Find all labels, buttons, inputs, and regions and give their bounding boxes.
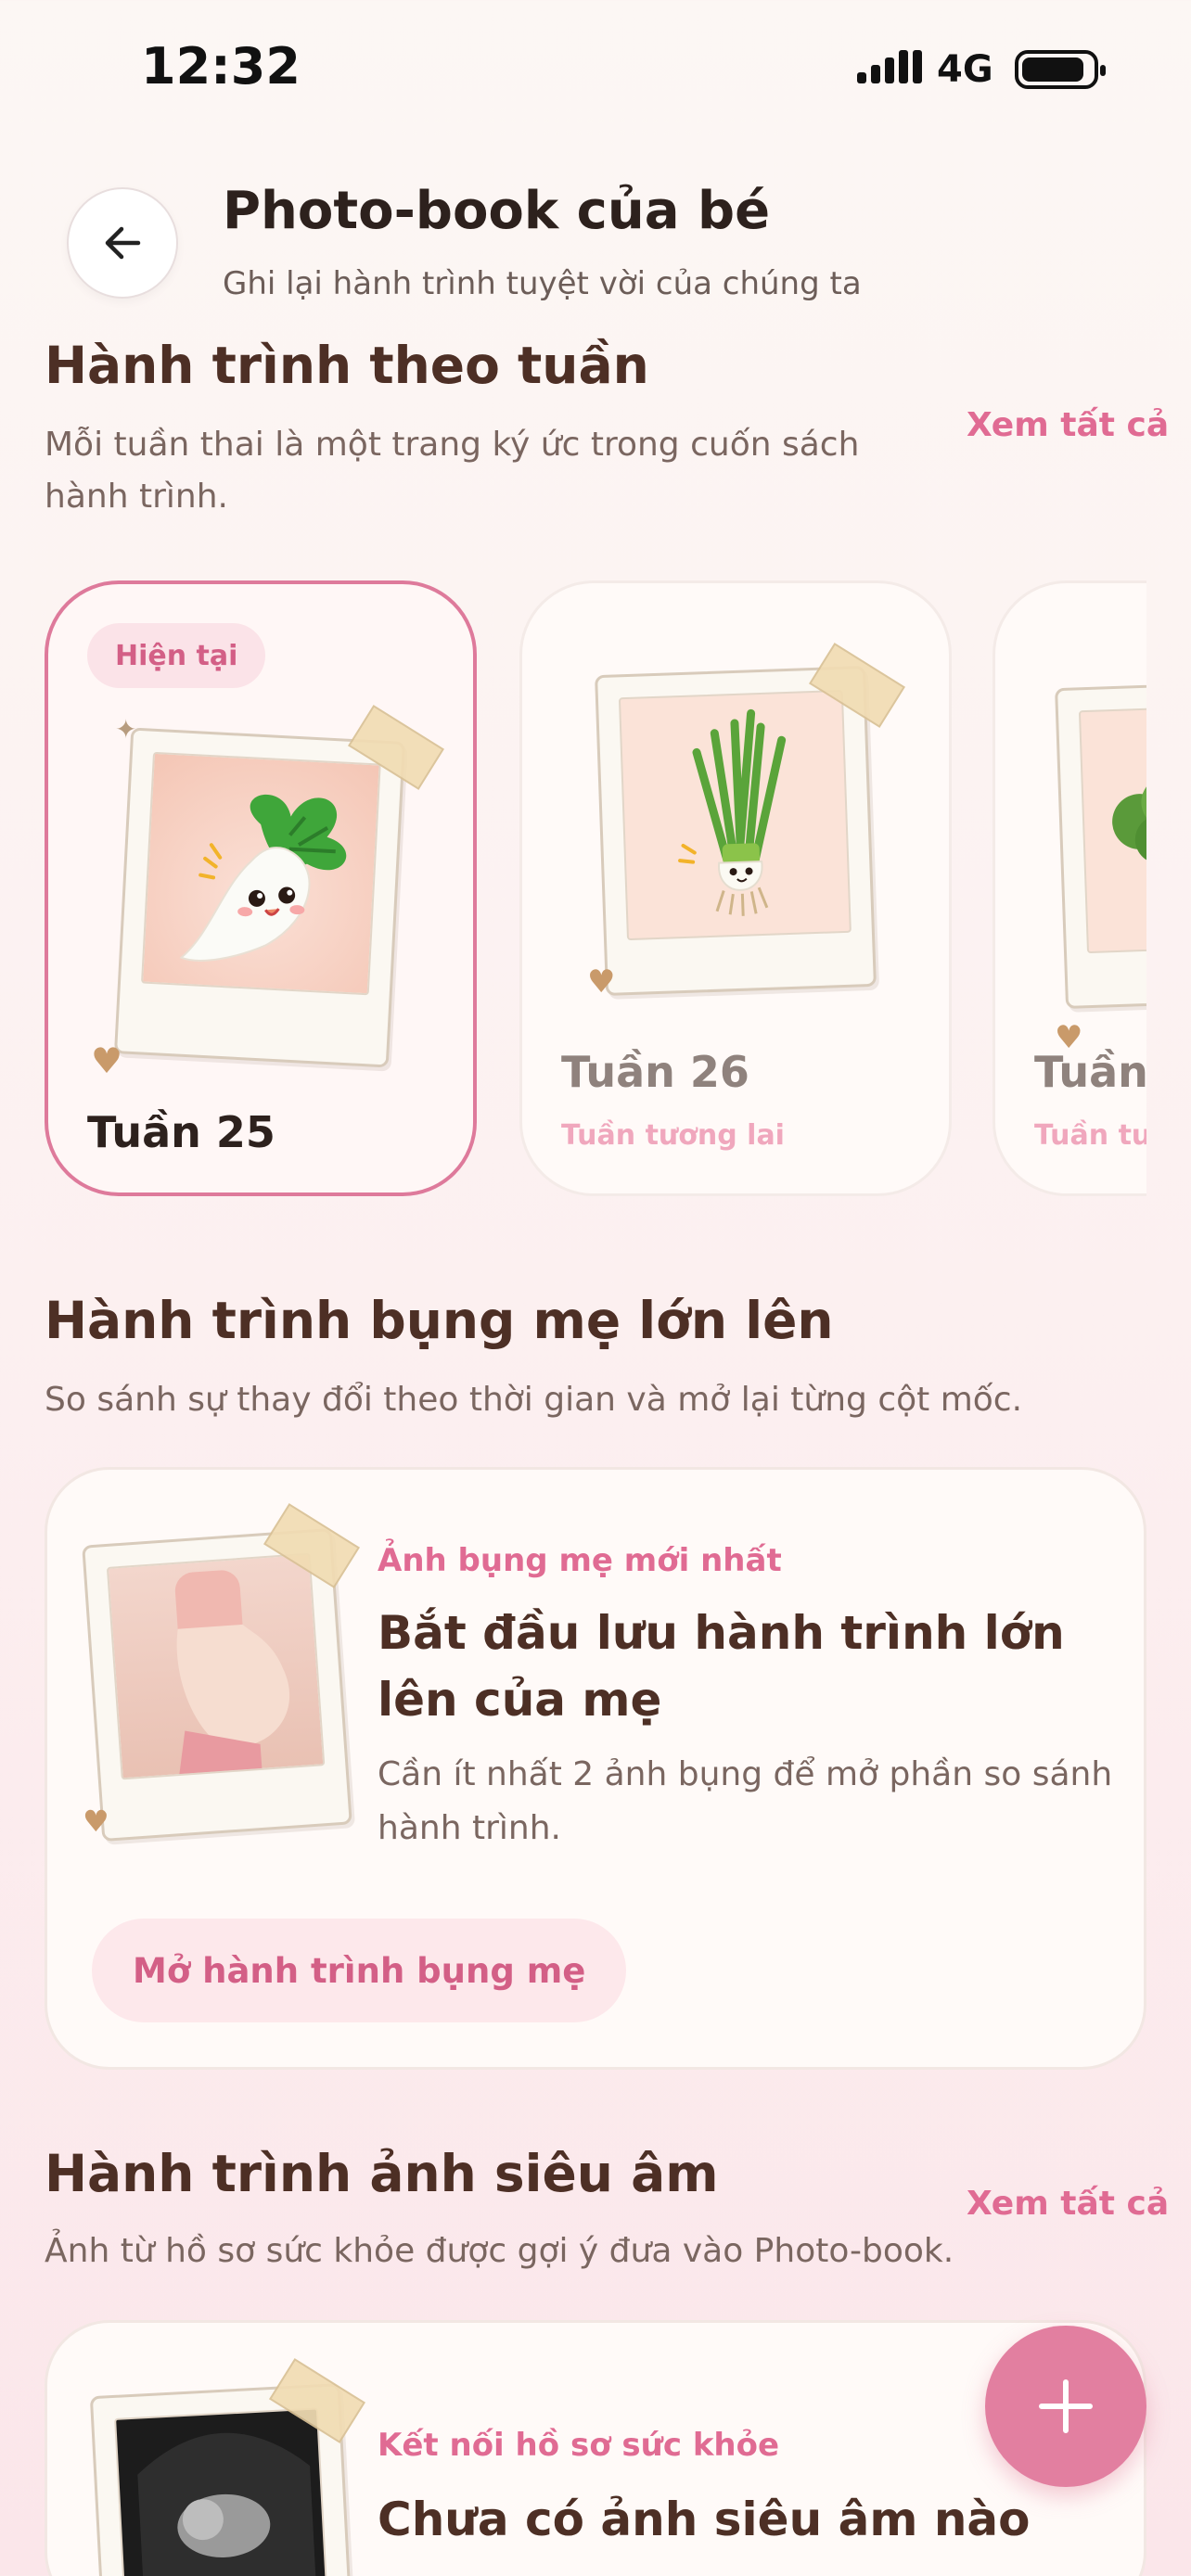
- belly-card-description: Cần ít nhất 2 ảnh bụng để mở phần so sán…: [378, 1755, 1113, 1847]
- sparkle-icon: ✦: [115, 714, 137, 745]
- heart-icon: ♥: [91, 1040, 123, 1081]
- week-card-status: Tuần tương lai: [1034, 1119, 1146, 1152]
- belly-card-title: Bắt đầu lưu hành trình lớn lên của mẹ: [378, 1606, 1065, 1727]
- belly-photo-frame: [82, 1527, 352, 1843]
- week-card-label: Tuần 25: [87, 1107, 275, 1157]
- weekly-see-all-link[interactable]: Xem tất cả: [967, 406, 1169, 444]
- week-26-photo-frame: [595, 666, 877, 996]
- open-belly-journey-button[interactable]: Mở hành trình bụng mẹ: [92, 1919, 627, 2022]
- heart-icon: ♥: [587, 963, 616, 1001]
- ultrasound-section-title: Hành trình ảnh siêu âm: [45, 2144, 719, 2203]
- belly-card-kicker: Ảnh bụng mẹ mới nhất: [378, 1542, 782, 1579]
- page-title: Photo-book của bé: [223, 181, 771, 241]
- battery-icon: [1015, 50, 1106, 89]
- green-onion-illustration: [618, 689, 852, 941]
- weekly-section-description: Mỗi tuần thai là một trang ký ức trong c…: [45, 426, 860, 516]
- belly-section-title: Hành trình bụng mẹ lớn lên: [45, 1291, 834, 1350]
- week-card-label: Tuần 26: [561, 1047, 749, 1097]
- week-card-future[interactable]: ♥ Tuần 27 Tuần tương lai: [992, 580, 1146, 1196]
- current-badge: Hiện tại: [87, 623, 266, 688]
- signal-icon: [857, 50, 922, 83]
- ultrasound-card-kicker: Kết nối hồ sơ sức khỏe: [378, 2427, 780, 2464]
- back-button[interactable]: [67, 187, 178, 299]
- status-time: 12:32: [141, 37, 301, 96]
- ultrasound-card: Kết nối hồ sơ sức khỏe Chưa có ảnh siêu …: [45, 2320, 1146, 2576]
- radish-illustration: [140, 751, 381, 996]
- belly-journey-card: ♥ Ảnh bụng mẹ mới nhất Bắt đầu lưu hành …: [45, 1467, 1146, 2070]
- ultrasound-section-description: Ảnh từ hồ sơ sức khỏe được gợi ý đưa vào…: [45, 2232, 954, 2270]
- weekly-section-title: Hành trình theo tuần: [45, 336, 649, 395]
- page-subtitle: Ghi lại hành trình tuyệt vời của chúng t…: [223, 265, 862, 302]
- plus-icon: [1039, 2379, 1093, 2433]
- broccoli-illustration: [1078, 702, 1146, 954]
- week-card-future[interactable]: ♥ Tuần 26 Tuần tương lai: [519, 580, 952, 1196]
- ultrasound-see-all-link[interactable]: Xem tất cả: [967, 2185, 1169, 2223]
- network-label: 4G: [937, 48, 993, 91]
- heart-icon: ♥: [83, 1804, 109, 1839]
- belly-section-description: So sánh sự thay đổi theo thời gian và mở…: [45, 1381, 1023, 1419]
- add-photo-fab[interactable]: [985, 2326, 1146, 2487]
- arrow-left-icon: [105, 226, 141, 260]
- week-card-current[interactable]: Hiện tại ♥ ✦ Tuần 25: [45, 580, 477, 1196]
- belly-photo: [106, 1552, 326, 1780]
- ultrasound-photo: [114, 2407, 329, 2576]
- week-carousel[interactable]: Hiện tại ♥ ✦ Tuần 25 ♥ Tuần 26 Tuần tươn…: [45, 562, 1146, 1217]
- week-25-photo-frame: [113, 727, 406, 1068]
- week-card-status: Tuần tương lai: [561, 1119, 785, 1152]
- week-card-label: Tuần 27: [1034, 1047, 1146, 1097]
- week-27-photo-frame: [1055, 679, 1146, 1009]
- ultrasound-card-title: Chưa có ảnh siêu âm nào: [378, 2493, 1031, 2546]
